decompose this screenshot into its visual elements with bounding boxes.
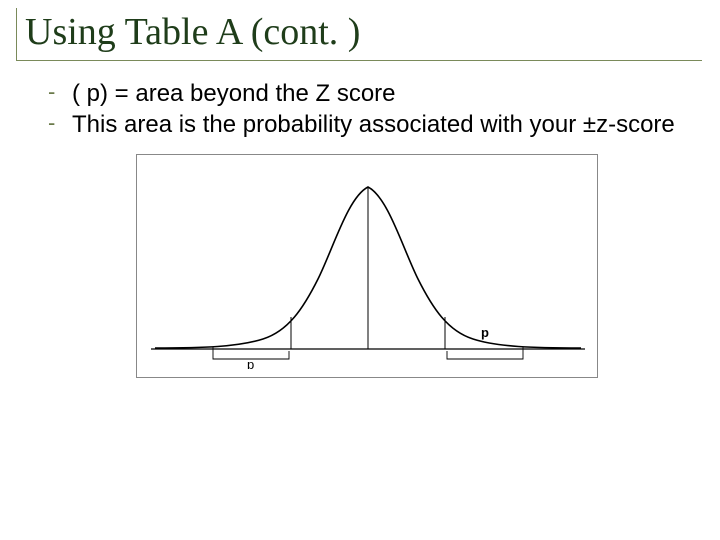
bullet-list: ( p) = area beyond the Z score This area… — [42, 79, 692, 140]
normal-curve-icon: p p — [143, 159, 593, 369]
list-item: This area is the probability associated … — [42, 110, 692, 139]
left-tail-label: p — [247, 357, 254, 369]
list-item: ( p) = area beyond the Z score — [42, 79, 692, 108]
right-tail-label: p — [481, 325, 489, 340]
figure: p p — [136, 154, 598, 378]
figure-frame: p p — [136, 154, 598, 378]
slide-title: Using Table A (cont. ) — [25, 8, 702, 54]
slide-body: ( p) = area beyond the Z score This area… — [18, 61, 702, 378]
slide: Using Table A (cont. ) ( p) = area beyon… — [0, 0, 720, 540]
title-container: Using Table A (cont. ) — [16, 8, 702, 61]
